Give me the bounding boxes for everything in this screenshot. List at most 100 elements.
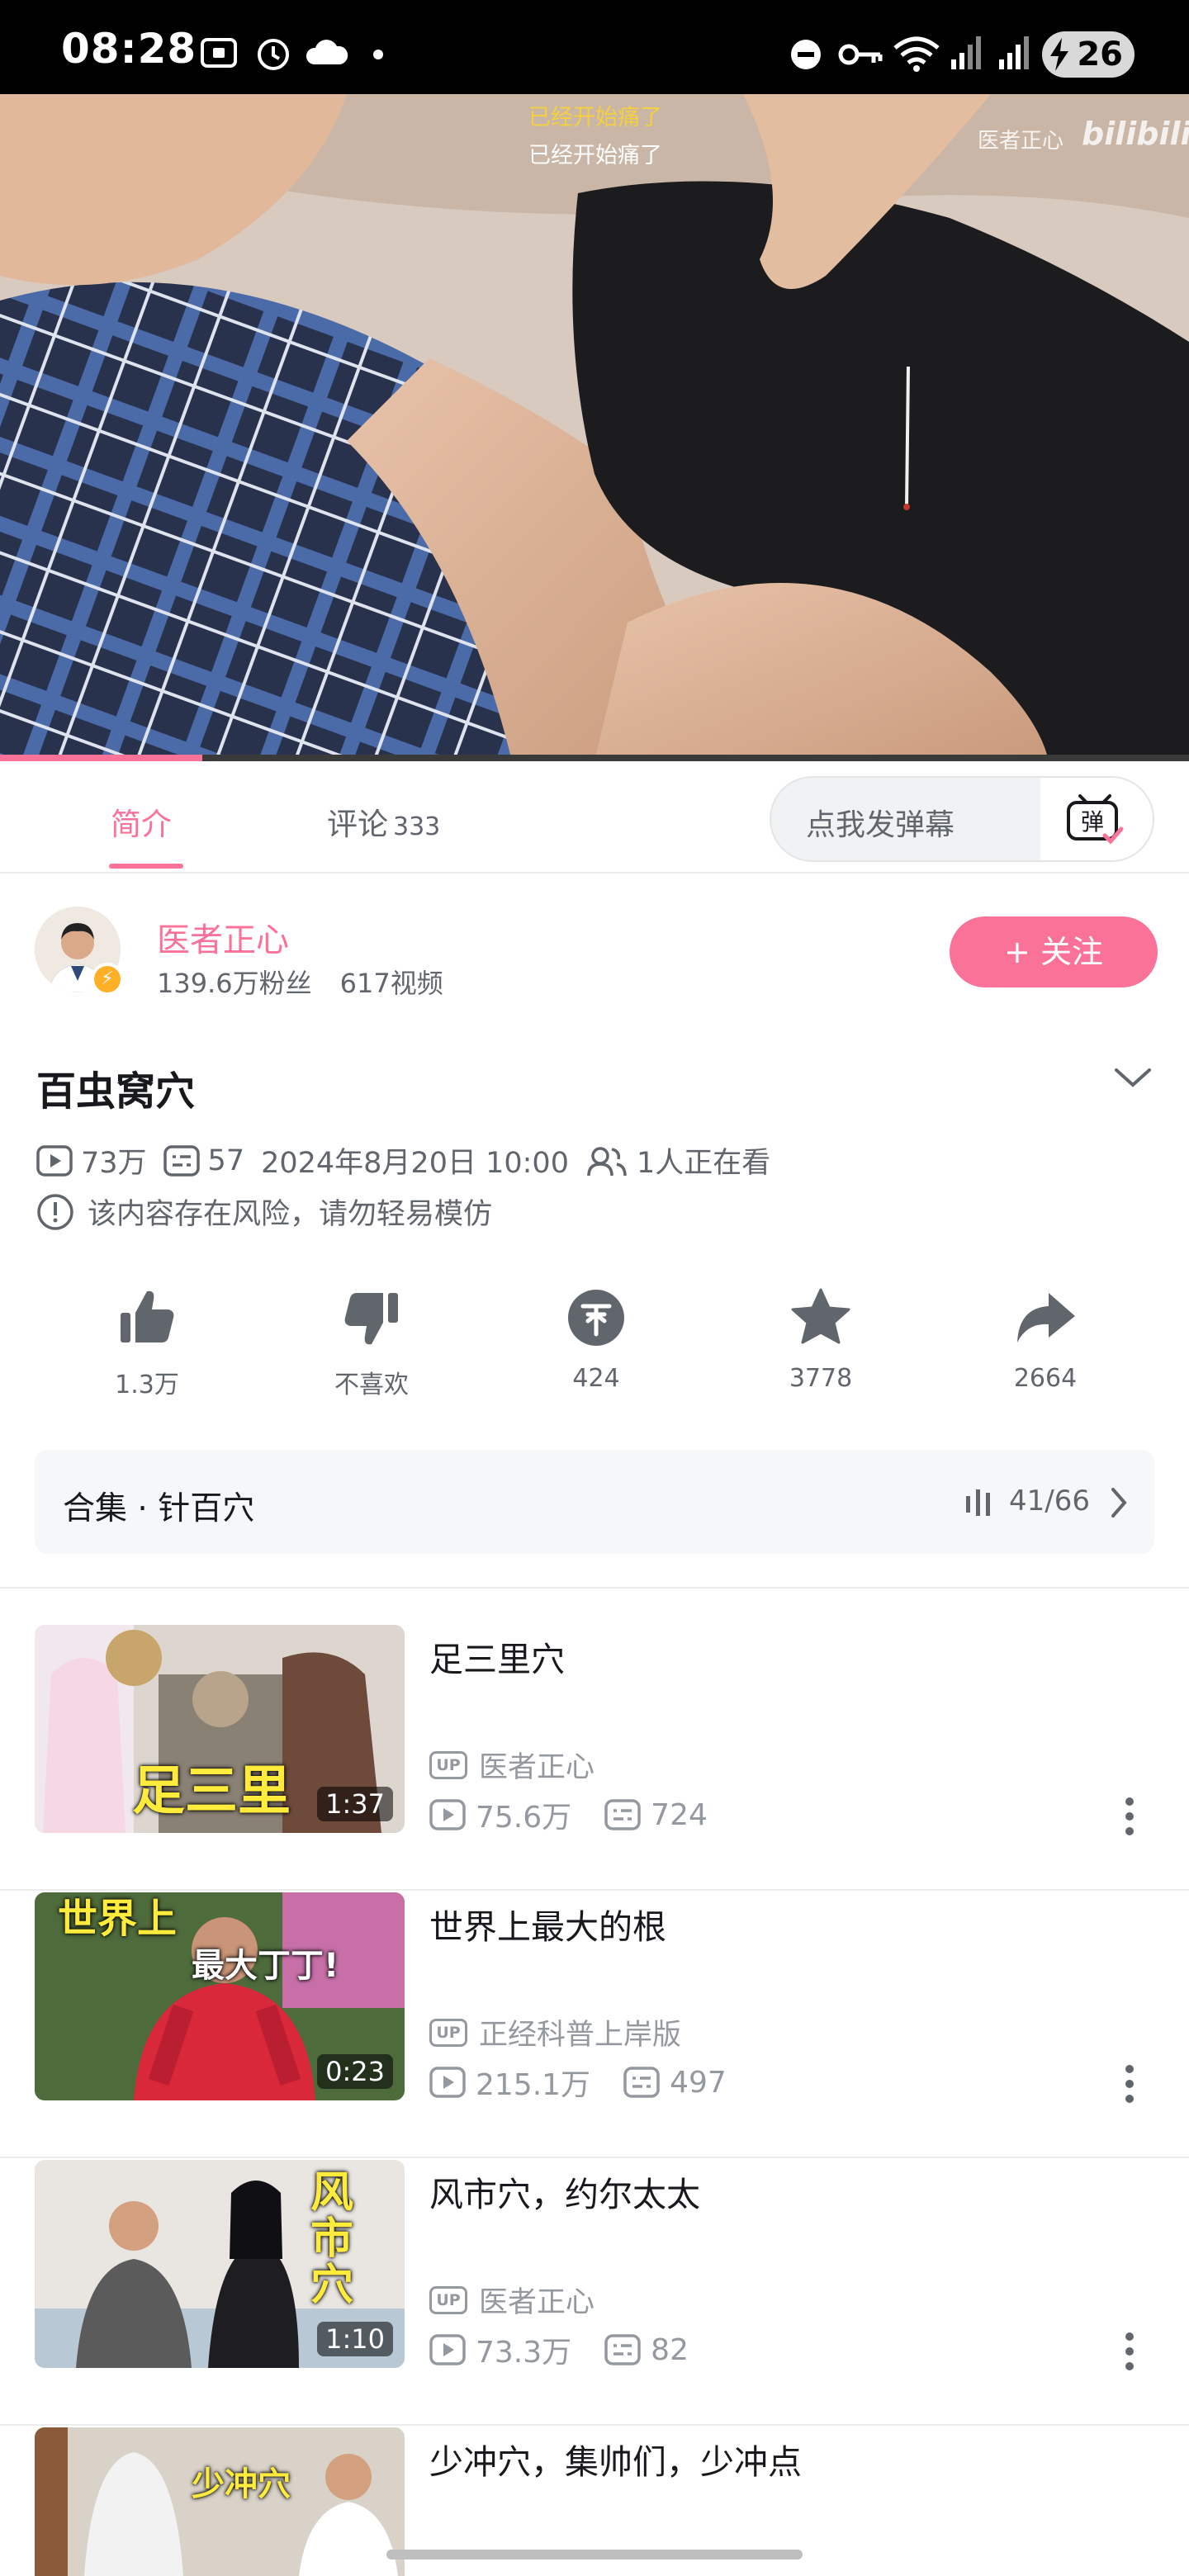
thumbnail-caption: 足三里 [132, 1761, 291, 1822]
video-meta: 73万 57 2024年8月20日 10:00 1人正在看 [36, 1139, 787, 1181]
related-view-count: 73.3万 [476, 2336, 572, 2370]
related-video-uploader: UP 医者正心 [429, 1744, 594, 1786]
danmaku-input[interactable]: 点我发弹幕 弹 [770, 776, 1154, 862]
uploader-stats: 139.6万粉丝 617视频 [157, 963, 443, 1001]
thumbnail-caption: 少冲穴 [192, 2465, 291, 2503]
up-tag-icon: UP [429, 2285, 467, 2314]
signal-icon [999, 36, 1029, 69]
battery-charging-icon [1050, 38, 1068, 71]
related-video-item[interactable]: 世界上 最大丁丁! 0:23 世界上最大的根 UP 正经科普上岸版 215.1万 … [0, 1892, 1189, 2158]
view-count: 73万 [81, 1147, 147, 1180]
video-title: 百虫窝穴 [36, 1068, 196, 1115]
danmaku-toggle-button[interactable]: 弹 [1040, 778, 1153, 860]
related-video-stats: 215.1万 497 [429, 2061, 760, 2104]
play-count-icon [429, 2334, 466, 2365]
battery-level: 26 [1077, 36, 1123, 73]
like-button[interactable]: 1.3万 [64, 1285, 230, 1400]
bilibili-logo: bilibili [1082, 116, 1189, 152]
dislike-button[interactable]: 不喜欢 [289, 1285, 454, 1400]
coin-icon [568, 1290, 624, 1346]
chevron-down-icon[interactable] [1113, 1063, 1153, 1091]
share-button[interactable]: 2664 [963, 1285, 1128, 1393]
more-options-icon[interactable] [1125, 2332, 1135, 2371]
video-progress-track[interactable] [202, 755, 1189, 761]
star-icon [791, 1288, 850, 1344]
status-bar: 08:28 26 [0, 0, 1189, 94]
thumbnail-caption: 世界上 [58, 1896, 178, 1942]
collection-title: 合集 · 针百穴 [63, 1490, 255, 1527]
danmaku-count-icon [163, 1144, 200, 1177]
thumbnail-caption: 风市穴 [310, 2168, 353, 2310]
video-watermark: 医者正心 [978, 129, 1064, 154]
video-duration: 1:37 [317, 1787, 393, 1821]
video-duration: 1:10 [317, 2322, 393, 2356]
video-progress-played[interactable] [0, 755, 202, 761]
related-uploader-name: 医者正心 [479, 1751, 595, 1784]
cloud-icon [306, 40, 348, 64]
video-player[interactable] [0, 94, 1189, 761]
favorite-count: 3778 [789, 1364, 853, 1393]
share-count: 2664 [1013, 1364, 1078, 1393]
related-video-title[interactable]: 少冲穴，集帅们，少冲点 [429, 2434, 802, 2484]
danmaku-count: 57 [207, 1144, 245, 1177]
tab-intro[interactable]: 简介 [111, 799, 172, 844]
collection-card[interactable]: 合集 · 针百穴 41/66 [35, 1450, 1154, 1554]
share-arrow-icon [1017, 1293, 1075, 1342]
video-thumbnail[interactable]: 少冲穴 [35, 2427, 405, 2576]
detail-tabbar: 简介 评论 333 点我发弹幕 弹 [0, 761, 1189, 874]
video-thumbnail[interactable]: 世界上 最大丁丁! 0:23 [35, 1892, 405, 2100]
wifi-icon [893, 36, 940, 72]
tab-comments-label: 评论 [327, 807, 388, 842]
risk-warning-text: 该内容存在风险，请勿轻易模仿 [88, 1198, 493, 1231]
alarm-icon [258, 39, 289, 70]
episodes-bars-icon [966, 1489, 990, 1516]
related-video-uploader: UP 医者正心 [429, 2279, 594, 2321]
video-duration: 0:23 [317, 2054, 393, 2089]
related-video-item[interactable]: 足三里 1:37 足三里穴 UP 医者正心 75.6万 724 [0, 1625, 1189, 1891]
comments-count: 333 [393, 812, 441, 841]
play-count-icon [429, 1799, 466, 1830]
danmaku-toggle-icon: 弹 [1067, 794, 1124, 845]
related-video-uploader: UP 正经科普上岸版 [429, 2011, 681, 2053]
related-video-item[interactable]: 风市穴 1:10 风市穴，约尔太太 UP 医者正心 73.3万 82 [0, 2160, 1189, 2426]
more-options-icon[interactable] [1125, 2064, 1135, 2104]
coin-button[interactable]: 424 [514, 1285, 679, 1393]
related-video-title[interactable]: 世界上最大的根 [429, 1899, 666, 1949]
chevron-right-icon [1111, 1488, 1127, 1518]
danmaku-toggle-label: 弹 [1081, 808, 1104, 836]
video-thumbnail[interactable]: 足三里 1:37 [35, 1625, 405, 1833]
dnd-icon [791, 40, 821, 69]
tab-comments[interactable]: 评论 333 [327, 799, 440, 844]
video-thumbnail[interactable]: 风市穴 1:10 [35, 2160, 405, 2368]
video-subtitle: 已经开始痛了 [528, 143, 662, 168]
thumbnail-caption: 最大丁丁! [192, 1947, 339, 1985]
battery-indicator: 26 [1042, 31, 1135, 78]
coin-count: 424 [572, 1364, 620, 1393]
risk-warning: 该内容存在风险，请勿轻易模仿 [36, 1191, 492, 1233]
uploader-name[interactable]: 医者正心 [157, 913, 289, 961]
follow-button[interactable]: + 关注 [950, 916, 1158, 987]
related-video-title[interactable]: 足三里穴 [429, 1631, 565, 1681]
video-frame [0, 94, 1189, 761]
related-video-title[interactable]: 风市穴，约尔太太 [429, 2166, 700, 2216]
more-options-icon[interactable] [1125, 1797, 1135, 1836]
danmaku-count-icon [604, 2334, 641, 2365]
uploader-videos: 617视频 [339, 968, 443, 999]
watching-count: 1人正在看 [636, 1147, 771, 1180]
status-time: 08:28 [61, 25, 197, 73]
up-tag-icon: UP [429, 1750, 467, 1779]
list-divider [0, 1889, 1189, 1891]
tab-active-indicator [109, 864, 183, 869]
danmaku-count-icon [623, 2067, 660, 2098]
warning-icon [37, 1193, 73, 1230]
thumbs-down-icon [344, 1293, 398, 1345]
verified-badge-icon: ⚡ [91, 963, 124, 996]
section-divider [0, 1587, 1189, 1589]
related-danmaku-count: 82 [651, 2332, 689, 2367]
home-indicator[interactable] [386, 2550, 803, 2559]
related-video-stats: 75.6万 724 [429, 1793, 741, 1836]
uploader-fans: 139.6万粉丝 [157, 968, 312, 999]
favorite-button[interactable]: 3778 [738, 1285, 903, 1393]
publish-date: 2024年8月20日 10:00 [261, 1147, 569, 1180]
vpn-key-icon [838, 44, 883, 65]
